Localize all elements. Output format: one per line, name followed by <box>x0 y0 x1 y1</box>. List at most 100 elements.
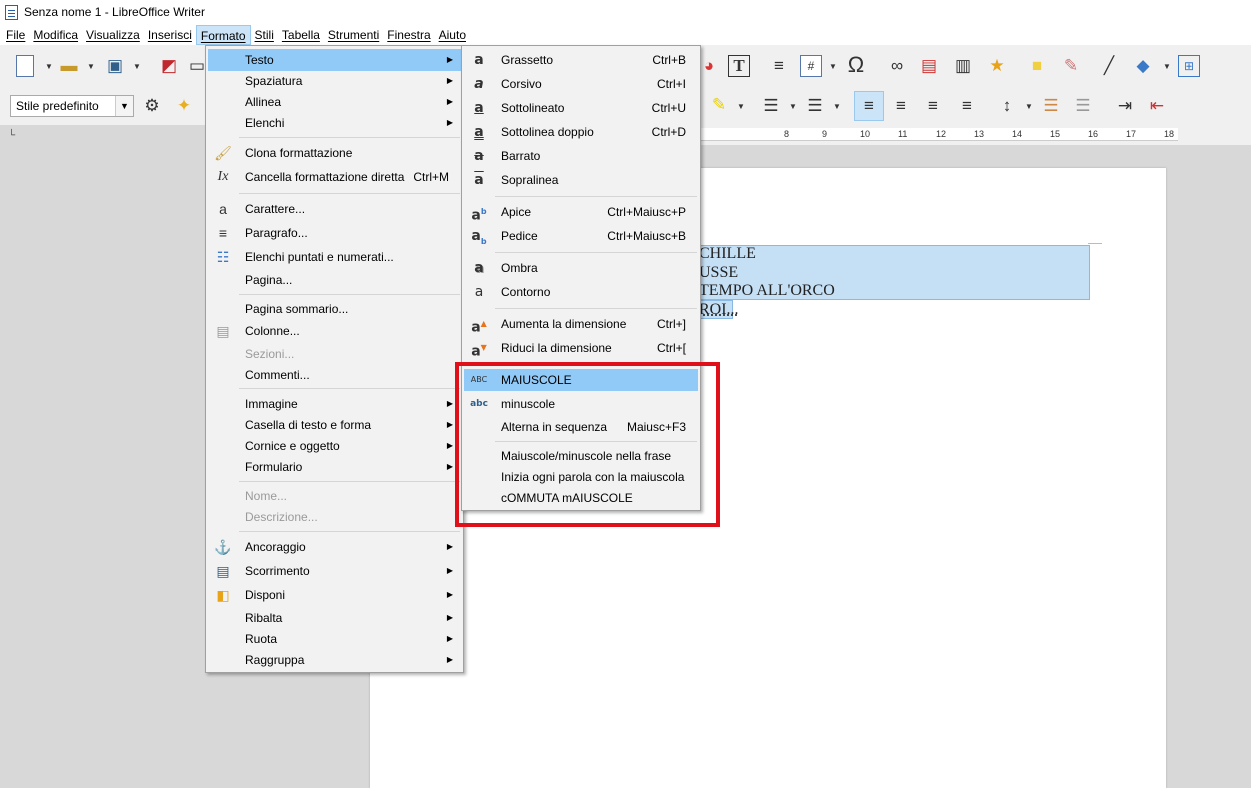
menu-item-contorno[interactable]: a Contorno <box>464 281 698 303</box>
menu-item-ribalta[interactable]: Ribalta ▶ <box>208 607 461 629</box>
menu-item-cornice[interactable]: Cornice e oggetto ▶ <box>208 435 461 457</box>
chart-icon[interactable]: ◕ <box>698 55 720 77</box>
menu-item-allinea[interactable]: Allinea ▶ <box>208 91 461 113</box>
menu-item-nome[interactable]: Nome... <box>208 485 461 507</box>
menu-inserisci[interactable]: Inserisci <box>144 25 196 45</box>
menu-item-riduci-dimensione[interactable]: a▼ Riduci la dimensione Ctrl+[ <box>464 337 698 360</box>
menu-item-clona-formattazione[interactable]: 🖌 Clona formattazione <box>208 142 461 164</box>
menu-item-apice[interactable]: ab Apice Ctrl+Maiusc+P <box>464 201 698 224</box>
chevron-down-icon[interactable]: ▼ <box>826 95 848 117</box>
menu-item-scorrimento[interactable]: ▤ Scorrimento ▶ <box>208 560 461 582</box>
menu-item-sopralinea[interactable]: a Sopralinea <box>464 169 698 191</box>
chevron-down-icon[interactable]: ▼ <box>1156 55 1178 77</box>
new-document-icon[interactable] <box>16 55 34 77</box>
paragraph-style-select[interactable]: Stile predefinito ▼ <box>10 95 134 117</box>
justify-icon[interactable]: ≡ <box>956 95 978 117</box>
align-left-icon[interactable]: ≡ <box>854 91 884 121</box>
chevron-down-icon[interactable]: ▼ <box>38 55 60 77</box>
menu-item-elenchi[interactable]: Elenchi ▶ <box>208 112 461 134</box>
menu-item-aumenta-dimensione[interactable]: a▲ Aumenta la dimensione Ctrl+] <box>464 313 698 336</box>
menu-item-sottolinea-doppio[interactable]: a Sottolinea doppio Ctrl+D <box>464 121 698 143</box>
align-right-icon[interactable]: ≡ <box>922 95 944 117</box>
menu-item-descrizione[interactable]: Descrizione... <box>208 506 461 528</box>
menu-item-formulario[interactable]: Formulario ▶ <box>208 456 461 478</box>
menu-tabella[interactable]: Tabella <box>278 25 324 45</box>
menu-modifica[interactable]: Modifica <box>29 25 82 45</box>
menu-formato[interactable]: Formato <box>195 24 251 45</box>
chevron-down-icon[interactable]: ▼ <box>126 55 148 77</box>
menu-stili[interactable]: Stili <box>251 25 278 45</box>
menu-aiuto[interactable]: Aiuto <box>435 25 470 45</box>
basic-shapes-icon[interactable]: ◆ <box>1132 55 1154 77</box>
page-break-icon[interactable]: ≡ <box>768 55 790 77</box>
document-line[interactable]: ROI... <box>699 301 739 319</box>
update-style-icon[interactable]: ⚙ <box>141 95 163 117</box>
menu-finestra[interactable]: Finestra <box>383 25 434 45</box>
horizontal-ruler[interactable]: 8 9 10 11 12 13 14 15 16 17 18 <box>700 125 1251 145</box>
menu-item-raggruppa[interactable]: Raggruppa ▶ <box>208 649 461 671</box>
menu-item-sottolineato[interactable]: a Sottolineato Ctrl+U <box>464 97 698 119</box>
menu-item-disponi[interactable]: ◧ Disponi ▶ <box>208 584 461 606</box>
menu-item-corsivo[interactable]: a Corsivo Ctrl+I <box>464 73 698 95</box>
sidebar-icon[interactable]: ⊞ <box>1178 55 1200 77</box>
decrease-indent-icon[interactable]: ⇤ <box>1146 95 1168 117</box>
open-folder-icon[interactable]: ▬ <box>58 55 80 77</box>
menu-item-cancella-formattazione[interactable]: Ix Cancella formattazione diretta Ctrl+M <box>208 166 461 188</box>
italic-icon: a <box>474 76 484 92</box>
increase-spacing-icon[interactable]: ☰ <box>1040 95 1062 117</box>
chevron-down-icon[interactable]: ▼ <box>782 95 804 117</box>
comment-icon[interactable]: ■ <box>1026 55 1048 77</box>
menu-item-ruota[interactable]: Ruota ▶ <box>208 628 461 650</box>
menu-file[interactable]: File <box>2 25 29 45</box>
chevron-down-icon[interactable]: ▼ <box>730 95 752 117</box>
document-line[interactable]: CHILLE <box>699 245 756 263</box>
bold-icon: a <box>474 52 484 68</box>
hyperlink-icon[interactable]: ∞ <box>886 55 908 77</box>
menu-item-ombra[interactable]: a Ombra <box>464 257 698 279</box>
menu-item-pagina[interactable]: Pagina... <box>208 269 461 291</box>
decrease-spacing-icon[interactable]: ☰ <box>1072 95 1094 117</box>
save-icon[interactable]: ▣ <box>104 55 126 77</box>
line-icon[interactable]: ╱ <box>1098 55 1120 77</box>
menu-item-commenti[interactable]: Commenti... <box>208 364 461 386</box>
menu-strumenti[interactable]: Strumenti <box>324 25 383 45</box>
menu-item-paragrafo[interactable]: ≡ Paragrafo... <box>208 222 461 244</box>
footnote-icon[interactable]: ▤ <box>918 55 940 77</box>
align-center-icon[interactable]: ≡ <box>890 95 912 117</box>
menu-item-colonne[interactable]: ▤ Colonne... <box>208 320 461 342</box>
special-character-icon[interactable]: Ω <box>845 52 867 77</box>
submenu-arrow-icon: ▶ <box>446 118 453 127</box>
bookmark-icon[interactable]: ★ <box>986 55 1008 77</box>
field-icon[interactable]: # <box>800 55 822 77</box>
chevron-down-icon[interactable]: ▼ <box>822 55 844 77</box>
highlight-color-icon[interactable]: ✎ <box>708 94 730 116</box>
menu-item-spaziatura[interactable]: Spaziatura ▶ <box>208 70 461 92</box>
menu-item-carattere[interactable]: a Carattere... <box>208 198 461 220</box>
menu-item-ancoraggio[interactable]: ⚓ Ancoraggio ▶ <box>208 536 461 558</box>
bulleted-list-icon[interactable]: ☰ <box>760 95 782 117</box>
document-line[interactable]: USSE <box>699 264 738 282</box>
export-pdf-icon[interactable]: ◩ <box>158 55 180 77</box>
menu-item-immagine[interactable]: Immagine ▶ <box>208 393 461 415</box>
chevron-down-icon[interactable]: ▼ <box>115 96 133 116</box>
chevron-down-icon[interactable]: ▼ <box>1018 95 1040 117</box>
menu-item-casella-testo[interactable]: Casella di testo e forma ▶ <box>208 414 461 436</box>
numbered-list-icon[interactable]: ☰ <box>804 95 826 117</box>
track-changes-icon[interactable]: ✎ <box>1060 55 1082 77</box>
menu-item-pagina-sommario[interactable]: Pagina sommario... <box>208 298 461 320</box>
chevron-down-icon[interactable]: ▼ <box>80 55 102 77</box>
menu-item-sezioni[interactable]: Sezioni... <box>208 343 461 365</box>
menu-item-pedice[interactable]: ab Pedice Ctrl+Maiusc+B <box>464 225 698 247</box>
document-line[interactable]: TEMPO ALL'ORCO <box>699 282 835 300</box>
menu-visualizza[interactable]: Visualizza <box>82 25 144 45</box>
text-box-icon[interactable]: T <box>728 55 750 77</box>
line-spacing-icon[interactable]: ↕ <box>996 95 1018 117</box>
ruler-corner-icon[interactable]: └ <box>8 130 15 141</box>
menu-item-barrato[interactable]: a Barrato <box>464 145 698 167</box>
cross-reference-icon[interactable]: ▥ <box>952 55 974 77</box>
increase-indent-icon[interactable]: ⇥ <box>1114 95 1136 117</box>
menu-item-elenchi-puntati[interactable]: ☷ Elenchi puntati e numerati... <box>208 246 461 268</box>
menu-item-grassetto[interactable]: a Grassetto Ctrl+B <box>464 49 698 71</box>
menu-item-testo[interactable]: Testo ▶ <box>208 49 461 71</box>
new-style-icon[interactable]: ✦ <box>173 95 195 117</box>
